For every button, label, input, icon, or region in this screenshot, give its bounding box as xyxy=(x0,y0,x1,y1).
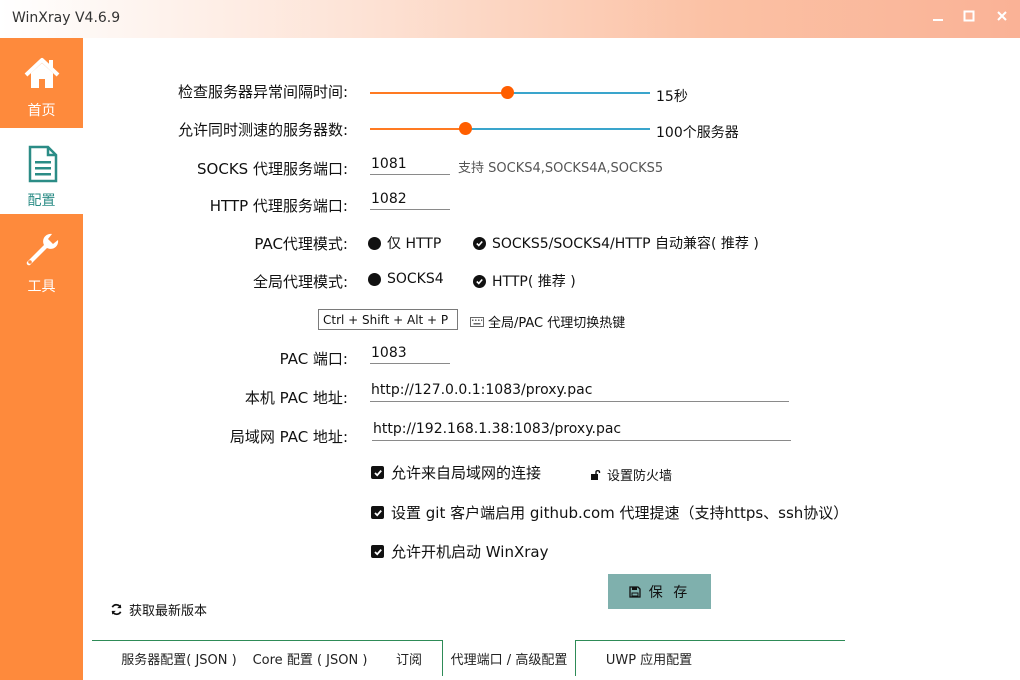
checkbox-checked-icon xyxy=(371,545,384,558)
sidebar-item-label: 配置 xyxy=(27,193,56,209)
pac-mode-http-only-option[interactable]: 仅 HTTP xyxy=(368,233,441,253)
radio-check-icon xyxy=(473,274,486,288)
sidebar-item-config[interactable]: 配置 xyxy=(0,128,83,214)
update-label: 获取最新版本 xyxy=(129,604,208,619)
allow-lan-checkbox[interactable]: 允许来自局域网的连接 xyxy=(371,462,541,483)
close-icon xyxy=(997,11,1007,21)
save-label: 保 存 xyxy=(648,584,691,601)
tab-label: 订阅 xyxy=(395,652,422,668)
http-port-label: HTTP 代理服务端口: xyxy=(209,197,348,215)
close-button[interactable] xyxy=(990,6,1014,26)
minimize-icon xyxy=(933,19,943,21)
radio-dot-icon xyxy=(368,236,381,250)
socks-port-input[interactable] xyxy=(370,153,450,175)
check-interval-slider[interactable] xyxy=(370,85,650,101)
radio-check-icon xyxy=(473,236,486,250)
concurrent-label: 允许同时测速的服务器数: xyxy=(177,121,348,139)
pac-mode-label: PAC代理模式: xyxy=(254,235,348,253)
slider-track xyxy=(465,128,650,130)
minimize-button[interactable] xyxy=(926,6,950,26)
tab-core-config[interactable]: Core 配置 ( JSON ) xyxy=(250,641,370,675)
home-icon xyxy=(24,58,60,88)
wrench-icon xyxy=(26,233,59,266)
checkbox-label: 允许来自局域网的连接 xyxy=(391,464,542,482)
concurrent-value: 100个服务器 xyxy=(656,125,739,141)
slider-fill xyxy=(370,128,465,130)
radio-label: SOCKS4 xyxy=(387,271,444,287)
firewall-label: 设置防火墙 xyxy=(607,469,673,484)
global-mode-socks4-option[interactable]: SOCKS4 xyxy=(368,271,444,287)
refresh-icon xyxy=(111,603,122,616)
sidebar-item-label: 工具 xyxy=(27,279,56,295)
tab-label: 代理端口 / 高级配置 xyxy=(450,652,568,668)
tab-label: Core 配置 ( JSON ) xyxy=(252,652,368,668)
sidebar-item-home[interactable]: 首页 xyxy=(0,38,83,124)
global-mode-label: 全局代理模式: xyxy=(252,273,348,291)
git-proxy-checkbox[interactable]: 设置 git 客户端启用 github.com 代理提速（支持https、ssh… xyxy=(371,502,848,523)
unlock-icon xyxy=(591,469,601,480)
radio-label: 仅 HTTP xyxy=(387,236,442,252)
checkbox-label: 允许开机启动 WinXray xyxy=(391,543,549,561)
radio-label: SOCKS5/SOCKS4/HTTP 自动兼容( 推荐 ) xyxy=(492,236,759,252)
sidebar: 首页 配置 工具 xyxy=(0,38,83,680)
floppy-disk-icon xyxy=(629,585,641,598)
window-title: WinXray V4.6.9 xyxy=(12,10,121,26)
http-port-input[interactable] xyxy=(370,188,450,210)
local-pac-input[interactable] xyxy=(370,379,789,402)
tab-uwp-config[interactable]: UWP 应用配置 xyxy=(590,641,708,675)
socks-port-label: SOCKS 代理服务端口: xyxy=(197,160,348,178)
radio-label: HTTP( 推荐 ) xyxy=(492,274,576,290)
tab-proxy-ports[interactable]: 代理端口 / 高级配置 xyxy=(442,640,576,676)
socks-support-hint: 支持 SOCKS4,SOCKS4A,SOCKS5 xyxy=(458,161,664,176)
document-icon xyxy=(28,145,58,183)
slider-track xyxy=(507,92,650,94)
checkbox-label: 设置 git 客户端启用 github.com 代理提速（支持https、ssh… xyxy=(391,504,849,522)
keyboard-icon xyxy=(470,316,484,327)
check-interval-label: 检查服务器异常间隔时间: xyxy=(177,83,348,101)
save-button[interactable]: 保 存 xyxy=(608,574,711,609)
maximize-button[interactable] xyxy=(957,6,981,26)
lan-pac-input[interactable] xyxy=(372,418,791,441)
sidebar-item-label: 首页 xyxy=(27,103,56,119)
radio-dot-icon xyxy=(368,272,381,286)
tab-server-config[interactable]: 服务器配置( JSON ) xyxy=(114,641,244,675)
checkbox-checked-icon xyxy=(371,506,384,519)
concurrent-slider[interactable] xyxy=(370,121,650,137)
hotkey-input[interactable] xyxy=(318,309,458,330)
slider-thumb[interactable] xyxy=(501,86,514,99)
tab-subscription[interactable]: 订阅 xyxy=(380,641,438,675)
check-interval-value: 15秒 xyxy=(656,89,688,105)
firewall-link[interactable]: 设置防火墙 xyxy=(590,465,672,484)
global-mode-http-option[interactable]: HTTP( 推荐 ) xyxy=(473,271,576,291)
update-link[interactable]: 获取最新版本 xyxy=(110,600,207,619)
title-bar: WinXray V4.6.9 xyxy=(0,0,1020,38)
slider-fill xyxy=(370,92,507,94)
pac-port-label: PAC 端口: xyxy=(279,350,348,368)
tab-label: 服务器配置( JSON ) xyxy=(121,652,237,668)
hotkey-hint: 全局/PAC 代理切换热键 xyxy=(470,312,625,331)
hotkey-label: 全局/PAC 代理切换热键 xyxy=(488,316,626,331)
slider-thumb[interactable] xyxy=(459,122,472,135)
local-pac-label: 本机 PAC 地址: xyxy=(244,389,348,407)
maximize-icon xyxy=(963,10,975,22)
pac-port-input[interactable] xyxy=(370,342,450,364)
lan-pac-label: 局域网 PAC 地址: xyxy=(229,428,348,446)
autostart-checkbox[interactable]: 允许开机启动 WinXray xyxy=(371,541,548,562)
pac-mode-auto-option[interactable]: SOCKS5/SOCKS4/HTTP 自动兼容( 推荐 ) xyxy=(473,233,759,253)
sidebar-item-tools[interactable]: 工具 xyxy=(0,214,83,300)
tab-label: UWP 应用配置 xyxy=(605,652,693,668)
checkbox-checked-icon xyxy=(371,466,384,479)
